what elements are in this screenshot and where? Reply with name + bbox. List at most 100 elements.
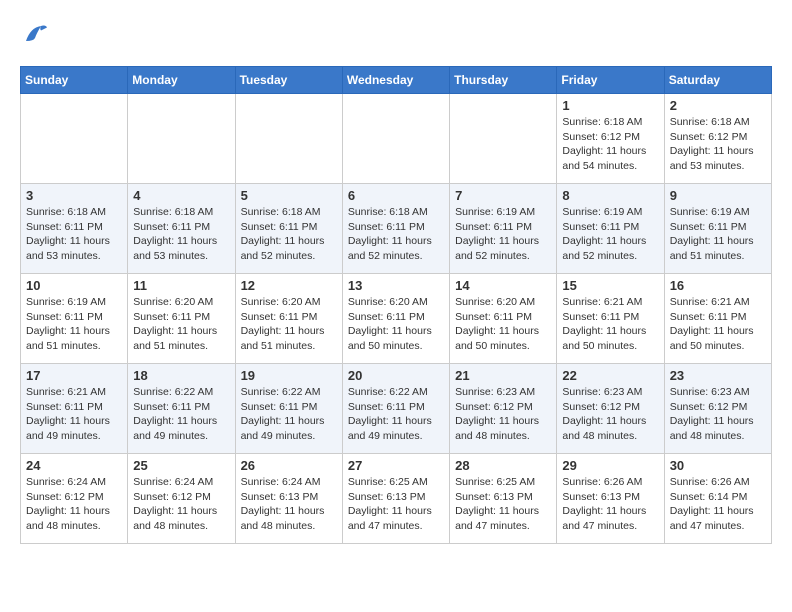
calendar-cell: 4 Sunrise: 6:18 AM Sunset: 6:11 PM Daylig… (128, 184, 235, 274)
calendar-cell: 23Sunrise: 6:23 AM Sunset: 6:12 PM Dayli… (664, 364, 771, 454)
calendar-cell: 30Sunrise: 6:26 AM Sunset: 6:14 PM Dayli… (664, 454, 771, 544)
calendar-cell: 1Sunrise: 6:18 AM Sunset: 6:12 PM Daylig… (557, 94, 664, 184)
calendar-cell: 25 Sunrise: 6:24 AM Sunset: 6:12 PM Dayli… (128, 454, 235, 544)
day-detail: Sunrise: 6:21 AM Sunset: 6:11 PM Dayligh… (26, 385, 122, 444)
day-detail: Sunrise: 6:19 AM Sunset: 6:11 PM Dayligh… (670, 205, 766, 264)
calendar-cell: 5 Sunrise: 6:18 AM Sunset: 6:11 PM Daylig… (235, 184, 342, 274)
calendar-week-row: 3 Sunrise: 6:18 AM Sunset: 6:11 PM Daylig… (21, 184, 772, 274)
day-detail: Sunrise: 6:23 AM Sunset: 6:12 PM Dayligh… (562, 385, 658, 444)
day-number: 21 (455, 368, 551, 383)
calendar-week-row: 17 Sunrise: 6:21 AM Sunset: 6:11 PM Dayli… (21, 364, 772, 454)
calendar-cell: 17 Sunrise: 6:21 AM Sunset: 6:11 PM Dayli… (21, 364, 128, 454)
day-number: 6 (348, 188, 444, 203)
day-number: 28 (455, 458, 551, 473)
day-number: 4 (133, 188, 229, 203)
day-number: 26 (241, 458, 337, 473)
calendar-cell: 3 Sunrise: 6:18 AM Sunset: 6:11 PM Daylig… (21, 184, 128, 274)
calendar-cell: 11 Sunrise: 6:20 AM Sunset: 6:11 PM Dayli… (128, 274, 235, 364)
day-number: 25 (133, 458, 229, 473)
day-detail: Sunrise: 6:18 AM Sunset: 6:11 PM Dayligh… (348, 205, 444, 264)
calendar-cell: 9 Sunrise: 6:19 AM Sunset: 6:11 PM Daylig… (664, 184, 771, 274)
day-detail: Sunrise: 6:21 AM Sunset: 6:11 PM Dayligh… (670, 295, 766, 354)
day-number: 8 (562, 188, 658, 203)
day-detail: Sunrise: 6:20 AM Sunset: 6:11 PM Dayligh… (241, 295, 337, 354)
weekday-header: Thursday (450, 67, 557, 94)
day-number: 19 (241, 368, 337, 383)
day-detail: Sunrise: 6:20 AM Sunset: 6:11 PM Dayligh… (455, 295, 551, 354)
calendar-cell: 21 Sunrise: 6:23 AM Sunset: 6:12 PM Dayli… (450, 364, 557, 454)
calendar-cell: 18Sunrise: 6:22 AM Sunset: 6:11 PM Dayli… (128, 364, 235, 454)
calendar-header: SundayMondayTuesdayWednesdayThursdayFrid… (21, 67, 772, 94)
day-detail: Sunrise: 6:18 AM Sunset: 6:11 PM Dayligh… (241, 205, 337, 264)
day-number: 13 (348, 278, 444, 293)
day-number: 7 (455, 188, 551, 203)
day-detail: Sunrise: 6:19 AM Sunset: 6:11 PM Dayligh… (26, 295, 122, 354)
page-header (20, 20, 772, 50)
day-number: 23 (670, 368, 766, 383)
day-number: 22 (562, 368, 658, 383)
calendar-cell: 26 Sunrise: 6:24 AM Sunset: 6:13 PM Dayli… (235, 454, 342, 544)
weekday-header: Wednesday (342, 67, 449, 94)
day-number: 3 (26, 188, 122, 203)
calendar-cell: 12 Sunrise: 6:20 AM Sunset: 6:11 PM Dayli… (235, 274, 342, 364)
day-detail: Sunrise: 6:20 AM Sunset: 6:11 PM Dayligh… (133, 295, 229, 354)
day-detail: Sunrise: 6:24 AM Sunset: 6:13 PM Dayligh… (241, 475, 337, 534)
weekday-header: Monday (128, 67, 235, 94)
calendar-cell: 15 Sunrise: 6:21 AM Sunset: 6:11 PM Dayli… (557, 274, 664, 364)
day-detail: Sunrise: 6:25 AM Sunset: 6:13 PM Dayligh… (348, 475, 444, 534)
calendar-cell (235, 94, 342, 184)
calendar-cell: 6 Sunrise: 6:18 AM Sunset: 6:11 PM Daylig… (342, 184, 449, 274)
day-detail: Sunrise: 6:24 AM Sunset: 6:12 PM Dayligh… (26, 475, 122, 534)
day-number: 17 (26, 368, 122, 383)
calendar-cell: 19 Sunrise: 6:22 AM Sunset: 6:11 PM Dayli… (235, 364, 342, 454)
day-detail: Sunrise: 6:24 AM Sunset: 6:12 PM Dayligh… (133, 475, 229, 534)
day-detail: Sunrise: 6:18 AM Sunset: 6:12 PM Dayligh… (670, 115, 766, 174)
logo-icon (20, 20, 50, 50)
day-number: 9 (670, 188, 766, 203)
day-detail: Sunrise: 6:22 AM Sunset: 6:11 PM Dayligh… (348, 385, 444, 444)
day-detail: Sunrise: 6:18 AM Sunset: 6:11 PM Dayligh… (26, 205, 122, 264)
calendar-cell: 7 Sunrise: 6:19 AM Sunset: 6:11 PM Daylig… (450, 184, 557, 274)
weekday-header: Sunday (21, 67, 128, 94)
day-number: 20 (348, 368, 444, 383)
calendar-cell: 2 Sunrise: 6:18 AM Sunset: 6:12 PM Daylig… (664, 94, 771, 184)
calendar-cell: 16Sunrise: 6:21 AM Sunset: 6:11 PM Dayli… (664, 274, 771, 364)
calendar-cell: 8Sunrise: 6:19 AM Sunset: 6:11 PM Daylig… (557, 184, 664, 274)
calendar-cell (342, 94, 449, 184)
day-number: 12 (241, 278, 337, 293)
day-number: 1 (562, 98, 658, 113)
logo (20, 20, 54, 50)
day-detail: Sunrise: 6:22 AM Sunset: 6:11 PM Dayligh… (241, 385, 337, 444)
weekday-header: Saturday (664, 67, 771, 94)
calendar-cell: 10 Sunrise: 6:19 AM Sunset: 6:11 PM Dayli… (21, 274, 128, 364)
calendar-cell: 28 Sunrise: 6:25 AM Sunset: 6:13 PM Dayli… (450, 454, 557, 544)
calendar-cell: 24 Sunrise: 6:24 AM Sunset: 6:12 PM Dayli… (21, 454, 128, 544)
day-number: 5 (241, 188, 337, 203)
day-detail: Sunrise: 6:26 AM Sunset: 6:13 PM Dayligh… (562, 475, 658, 534)
day-number: 30 (670, 458, 766, 473)
day-number: 15 (562, 278, 658, 293)
calendar-cell (21, 94, 128, 184)
day-number: 2 (670, 98, 766, 113)
calendar-cell: 13Sunrise: 6:20 AM Sunset: 6:11 PM Dayli… (342, 274, 449, 364)
day-detail: Sunrise: 6:23 AM Sunset: 6:12 PM Dayligh… (455, 385, 551, 444)
calendar-week-row: 1 Sunrise: 6:18 AM Sunset: 6:12 PM Daylig… (21, 94, 772, 184)
calendar-cell: 20 Sunrise: 6:22 AM Sunset: 6:11 PM Dayli… (342, 364, 449, 454)
weekday-header: Tuesday (235, 67, 342, 94)
day-detail: Sunrise: 6:18 AM Sunset: 6:11 PM Dayligh… (133, 205, 229, 264)
day-detail: Sunrise: 6:19 AM Sunset: 6:11 PM Dayligh… (455, 205, 551, 264)
day-detail: Sunrise: 6:25 AM Sunset: 6:13 PM Dayligh… (455, 475, 551, 534)
calendar-week-row: 10 Sunrise: 6:19 AM Sunset: 6:11 PM Dayli… (21, 274, 772, 364)
calendar-cell: 29Sunrise: 6:26 AM Sunset: 6:13 PM Dayli… (557, 454, 664, 544)
day-number: 10 (26, 278, 122, 293)
calendar-cell (128, 94, 235, 184)
day-detail: Sunrise: 6:21 AM Sunset: 6:11 PM Dayligh… (562, 295, 658, 354)
day-number: 11 (133, 278, 229, 293)
weekday-header: Friday (557, 67, 664, 94)
calendar-cell: 14Sunrise: 6:20 AM Sunset: 6:11 PM Dayli… (450, 274, 557, 364)
calendar-body: 1 Sunrise: 6:18 AM Sunset: 6:12 PM Daylig… (21, 94, 772, 544)
day-number: 27 (348, 458, 444, 473)
day-number: 24 (26, 458, 122, 473)
calendar-cell (450, 94, 557, 184)
weekday-header-row: SundayMondayTuesdayWednesdayThursdayFrid… (21, 67, 772, 94)
